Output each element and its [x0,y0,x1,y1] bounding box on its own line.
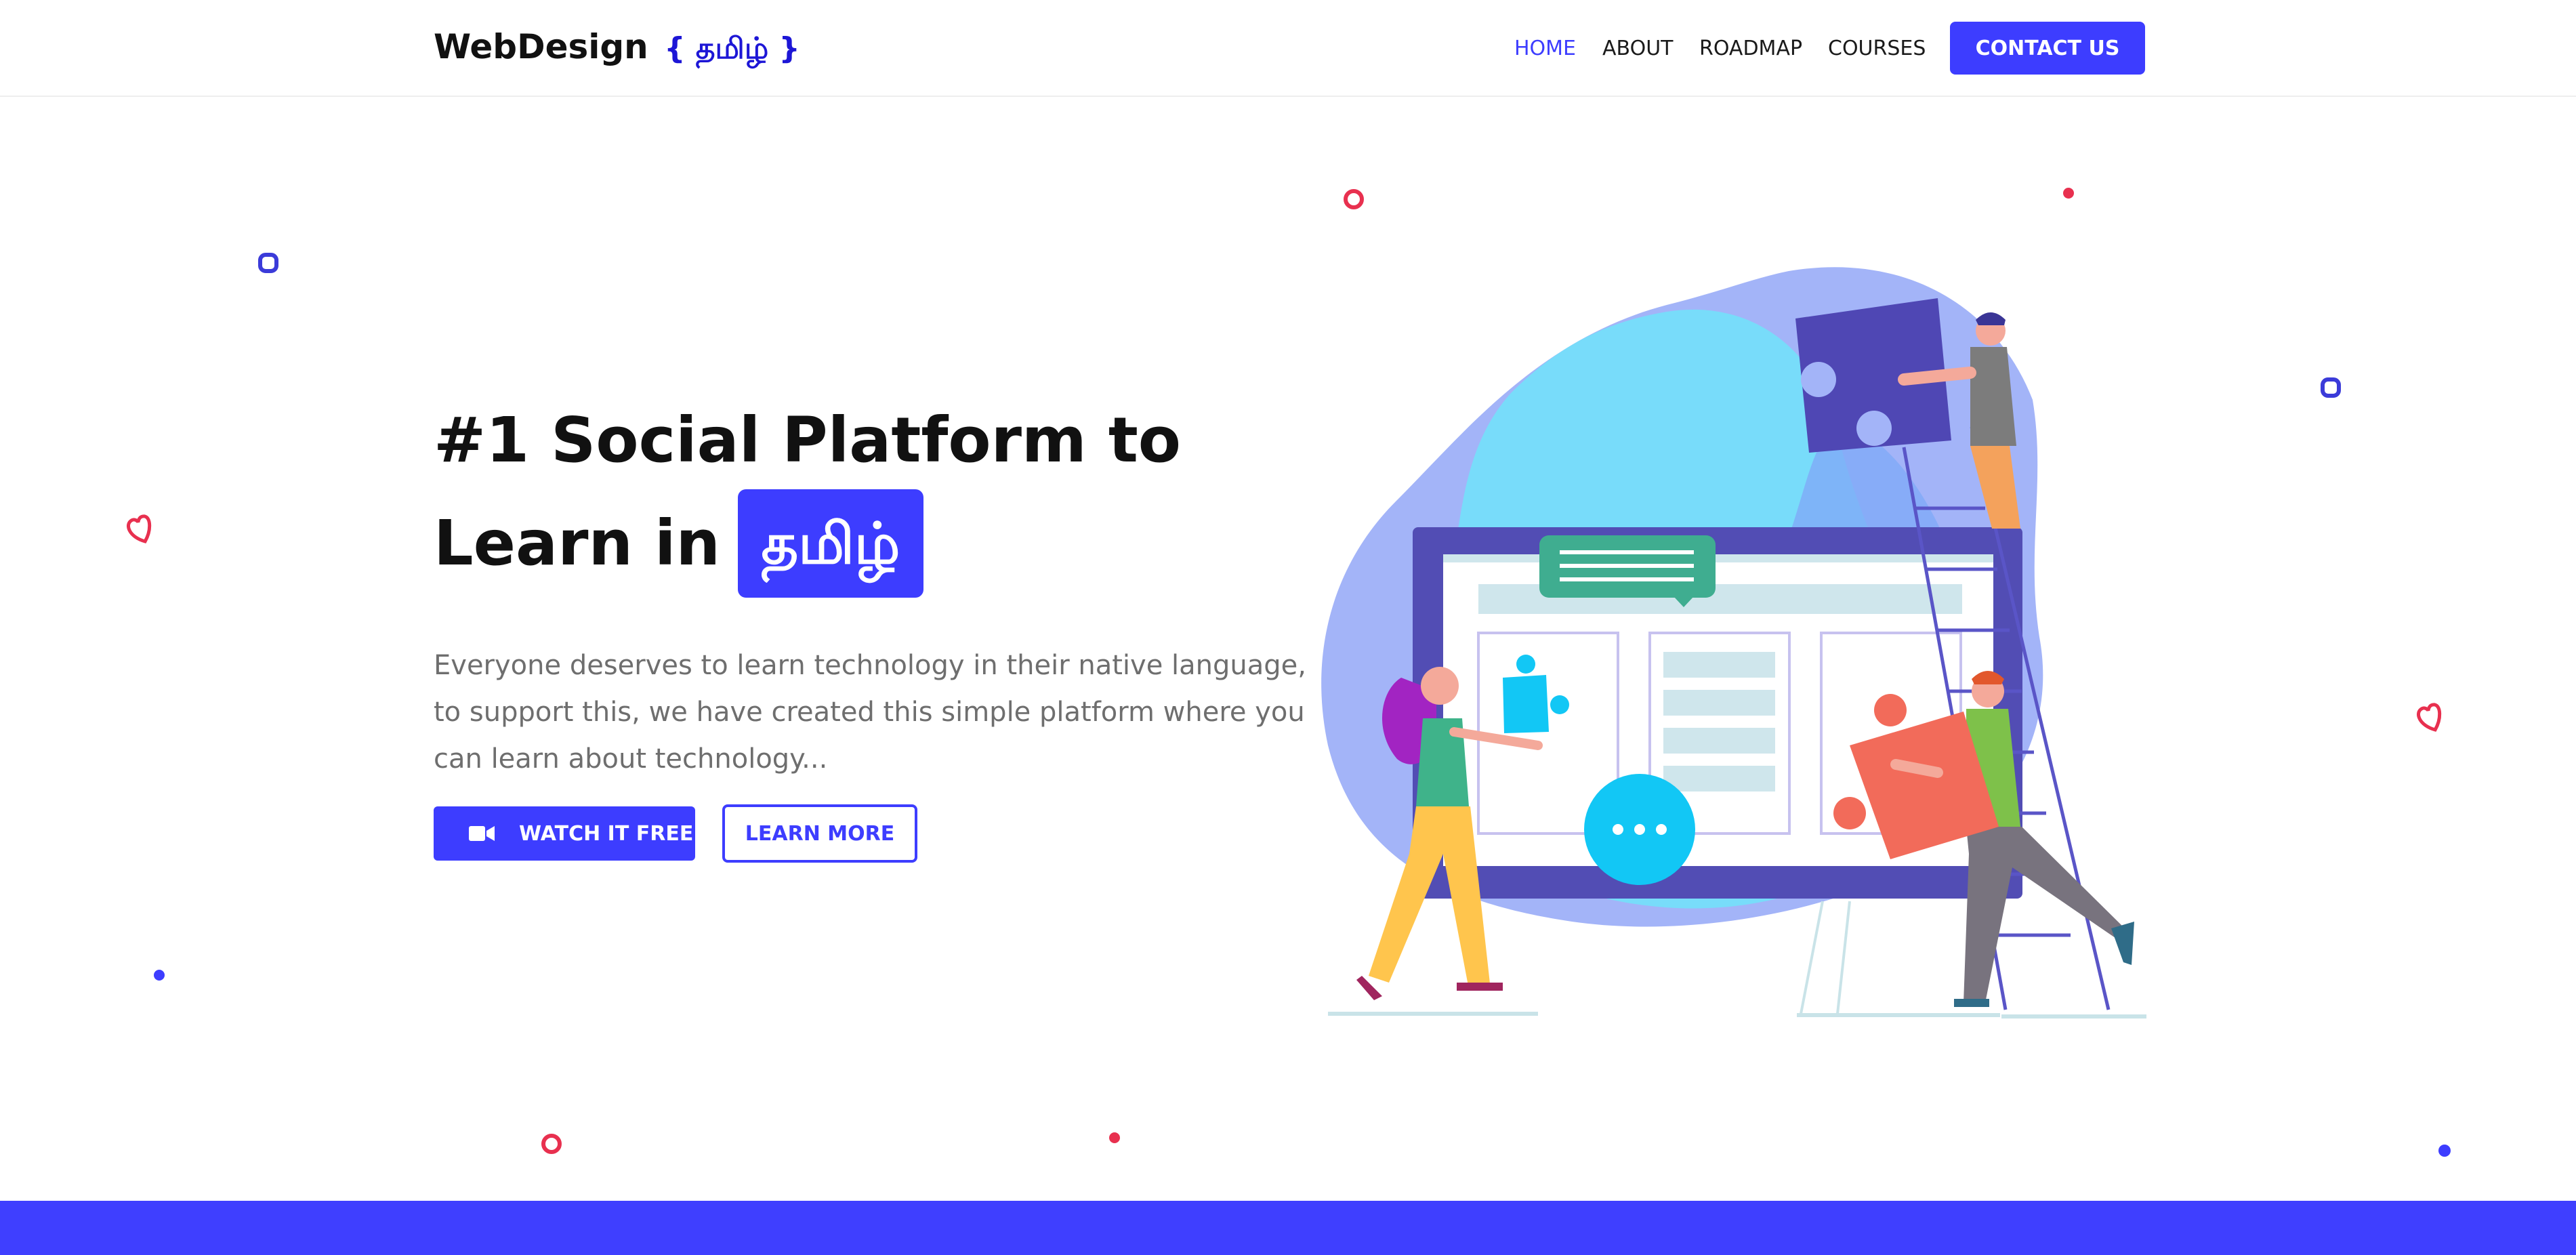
circle-decor-icon [541,1134,562,1154]
hero-title-line2: Learn in தமிழ் [434,489,924,598]
watch-button-label: WATCH IT FREE [519,821,694,846]
video-camera-icon [469,825,495,842]
dot-decor-icon [1109,1132,1120,1143]
bottom-band [0,1201,2576,1255]
tamil-highlight-badge: தமிழ் [738,489,924,598]
contact-us-button[interactable]: CONTACT US [1950,22,2145,75]
logo[interactable]: WebDesign { தமிழ் } [434,24,800,71]
dot-decor-icon [154,970,165,981]
heart-decor-icon [2417,703,2442,732]
site-header: WebDesign { தமிழ் } HOME ABOUT ROADMAP C… [0,0,2576,97]
nav-courses[interactable]: COURSES [1828,34,1926,64]
logo-tamil-text: { தமிழ் } [664,31,800,66]
hero-title-text: Learn in [434,507,721,579]
dot-decor-icon [2063,188,2074,199]
team-puzzle-illustration [1321,267,2146,1019]
page: WebDesign { தமிழ் } HOME ABOUT ROADMAP C… [0,0,2576,1255]
circle-decor-icon [1344,189,1364,209]
logo-text: WebDesign [434,27,648,66]
learn-more-button[interactable]: LEARN MORE [722,804,917,863]
nav-home[interactable]: HOME [1514,34,1576,64]
heart-decor-icon [127,514,152,543]
nav-roadmap[interactable]: ROADMAP [1699,34,1802,64]
rounded-square-decor-icon [2321,377,2341,398]
nav-about[interactable]: ABOUT [1602,34,1673,64]
hero-title-line1: #1 Social Platform to [434,404,1182,476]
watch-it-free-button[interactable]: WATCH IT FREE [434,806,695,861]
dot-decor-icon [2438,1145,2451,1157]
rounded-square-decor-icon [258,253,278,273]
hero-description: Everyone deserves to learn technology in… [434,650,1306,775]
